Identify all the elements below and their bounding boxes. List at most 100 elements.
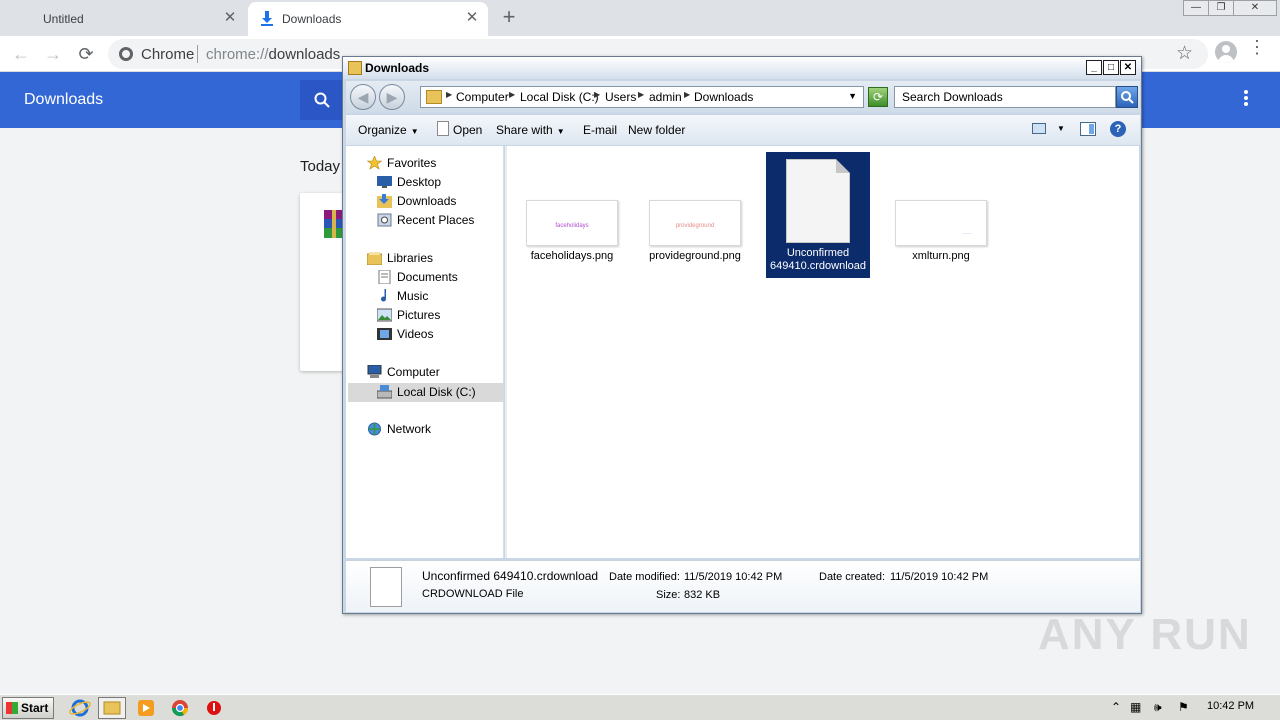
forward-button[interactable]: → <box>40 41 66 67</box>
organize-label: Organize <box>358 123 407 137</box>
media-player-logo-icon <box>138 700 154 716</box>
downloads-folder-icon <box>377 194 392 208</box>
back-button[interactable]: ◀ <box>350 84 376 110</box>
minimize-button[interactable]: — <box>1183 0 1209 16</box>
network-icon <box>368 422 381 436</box>
email-button[interactable]: E-mail <box>583 123 617 137</box>
new-tab-button[interactable]: + <box>498 4 520 32</box>
flag-icon[interactable]: ⚑ <box>1178 700 1189 714</box>
chrome-taskbar-button[interactable] <box>166 697 194 719</box>
search-icon <box>314 92 330 108</box>
tab-close-icon[interactable]: ✕ <box>464 10 480 26</box>
nav-label: Libraries <box>387 251 434 265</box>
chevron-down-icon: ▼ <box>556 127 565 136</box>
close-button[interactable]: ✕ <box>1233 0 1277 16</box>
explorer-window[interactable]: Downloads _ □ ✕ ◀ ▶ ▶ Computer ▶ Local D… <box>342 56 1142 614</box>
file-item[interactable]: provideground provideground.png <box>643 200 747 263</box>
nav-item-videos[interactable]: Videos <box>377 325 434 344</box>
tab-close-icon[interactable]: ✕ <box>222 10 238 26</box>
nav-item-music[interactable]: Music <box>381 287 428 306</box>
file-item[interactable]: ····· xmlturn.png <box>889 200 993 263</box>
nav-computer[interactable]: Computer <box>367 363 440 382</box>
tray-expand-icon[interactable]: ⌃ <box>1111 700 1121 714</box>
file-list: faceholidays faceholidays.png providegro… <box>507 146 1139 558</box>
internet-explorer-icon[interactable] <box>66 697 94 719</box>
nav-network[interactable]: Network <box>368 420 431 439</box>
tab-untitled[interactable]: Untitled ✕ <box>0 2 246 36</box>
breadcrumb-item[interactable]: Users <box>605 90 636 104</box>
breadcrumb-item[interactable]: admin <box>649 90 682 104</box>
search-icon <box>1121 91 1134 104</box>
maximize-button[interactable]: □ <box>1103 60 1119 75</box>
address-bar[interactable]: ▶ Computer ▶ Local Disk (C:) ▶ Users ▶ a… <box>420 86 864 108</box>
back-button[interactable]: ← <box>8 41 34 67</box>
bookmark-star-icon[interactable]: ☆ <box>1176 42 1193 65</box>
search-button[interactable] <box>300 80 344 120</box>
thumbnail-text: faceholidays <box>555 223 589 229</box>
nav-item-documents[interactable]: Documents <box>378 268 458 287</box>
nav-item-recent-places[interactable]: Recent Places <box>377 211 475 230</box>
clock[interactable]: 10:42 PM <box>1207 700 1254 712</box>
views-icon[interactable] <box>1032 123 1046 134</box>
help-icon[interactable]: ? <box>1110 121 1126 137</box>
file-name-line: Unconfirmed <box>786 247 850 259</box>
file-icon <box>370 567 402 607</box>
file-item[interactable]: faceholidays faceholidays.png <box>520 200 624 263</box>
libraries-icon <box>367 252 382 265</box>
tab-label: Untitled <box>43 12 84 26</box>
windows-logo-icon <box>6 702 18 714</box>
address-history-dropdown[interactable]: ▼ <box>848 91 857 101</box>
minimize-button[interactable]: _ <box>1086 60 1102 75</box>
media-player-icon[interactable] <box>132 697 160 719</box>
taskbar: Start ⌃ ▦ 🕪 ⚑ 10:42 PM <box>0 694 1280 720</box>
more-options-icon[interactable] <box>1238 88 1254 112</box>
explorer-titlebar[interactable]: Downloads _ □ ✕ <box>343 57 1141 79</box>
explorer-taskbar-button[interactable] <box>98 697 126 719</box>
file-name: Unconfirmed 649410.crdownload <box>766 247 870 273</box>
chevron-down-icon: ▼ <box>410 127 419 136</box>
profile-avatar-icon[interactable] <box>1215 41 1237 63</box>
file-item-selected[interactable]: Unconfirmed 649410.crdownload <box>766 152 870 278</box>
document-icon <box>786 159 850 243</box>
nav-item-local-disk[interactable]: Local Disk (C:) <box>377 383 476 402</box>
nav-libraries[interactable]: Libraries <box>367 249 434 268</box>
open-button[interactable]: Open <box>453 123 482 137</box>
close-button[interactable]: ✕ <box>1120 60 1136 75</box>
volume-icon[interactable]: 🕪 <box>1154 700 1162 715</box>
nav-label: Computer <box>387 365 440 379</box>
forward-button[interactable]: ▶ <box>379 84 405 110</box>
ie-logo-icon <box>69 699 91 717</box>
window-title: Downloads <box>365 61 430 75</box>
nav-label: Pictures <box>397 308 441 322</box>
reload-button[interactable]: ⟳ <box>73 41 99 67</box>
search-button[interactable] <box>1116 86 1138 108</box>
nav-item-downloads[interactable]: Downloads <box>377 192 456 211</box>
breadcrumb-item[interactable]: Local Disk (C:) <box>520 90 599 104</box>
nav-item-desktop[interactable]: Desktop <box>377 173 442 192</box>
start-button[interactable]: Start <box>2 697 54 719</box>
search-input[interactable]: Search Downloads <box>894 86 1116 108</box>
breadcrumb-item[interactable]: Downloads <box>694 90 753 104</box>
folder-icon <box>426 90 442 104</box>
nav-label: Videos <box>397 327 434 341</box>
nav-item-pictures[interactable]: Pictures <box>377 306 441 325</box>
chevron-down-icon[interactable]: ▼ <box>1057 124 1065 133</box>
nav-label: Recent Places <box>397 213 475 227</box>
tab-downloads[interactable]: Downloads ✕ <box>248 2 488 36</box>
pictures-icon <box>377 308 392 322</box>
share-with-menu[interactable]: Share with ▼ <box>496 123 565 137</box>
preview-pane-icon[interactable] <box>1080 122 1096 136</box>
organize-menu[interactable]: Organize ▼ <box>358 123 419 137</box>
chrome-menu-icon[interactable]: ⋮ <box>1248 38 1266 56</box>
new-folder-button[interactable]: New folder <box>628 123 685 137</box>
file-icon <box>437 121 449 136</box>
network-tray-icon[interactable]: ▦ <box>1130 700 1141 714</box>
nav-favorites[interactable]: Favorites <box>367 154 436 173</box>
recent-places-icon <box>377 213 392 227</box>
omnibox-separator <box>197 45 198 63</box>
refresh-button[interactable]: ⟳ <box>868 87 888 107</box>
breadcrumb-item[interactable]: Computer <box>456 90 509 104</box>
nav-label: Desktop <box>397 175 442 189</box>
restore-button[interactable]: ❐ <box>1208 0 1234 16</box>
stop-sign-icon[interactable] <box>200 697 228 719</box>
